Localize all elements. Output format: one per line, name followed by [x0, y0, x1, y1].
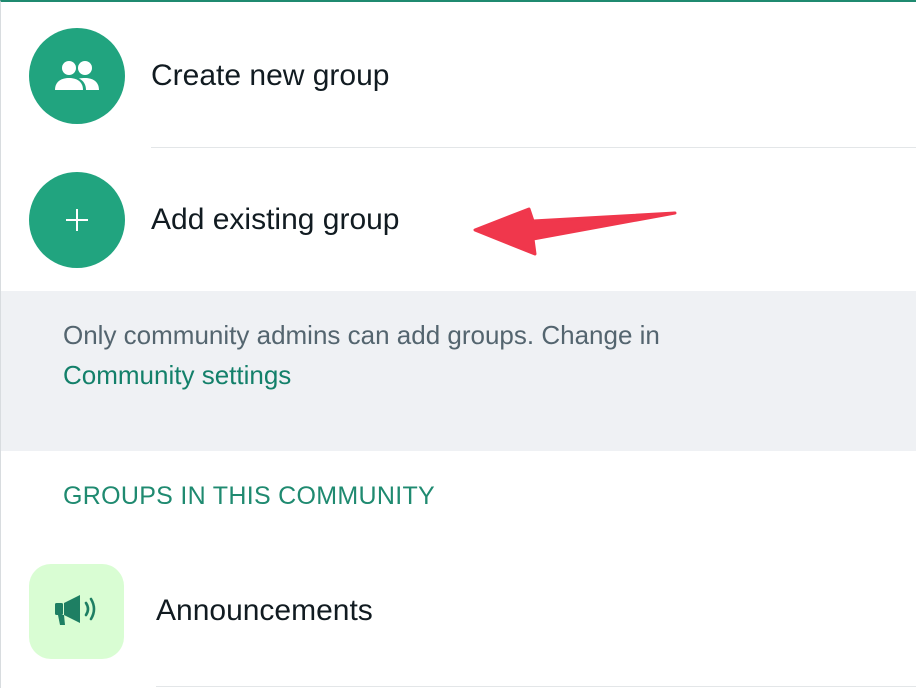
- announcements-avatar: [29, 563, 124, 659]
- community-panel: Create new group Add existing group Only…: [0, 0, 916, 688]
- add-existing-label: Add existing group: [151, 203, 400, 236]
- people-icon: [55, 61, 99, 90]
- announcements-label: Announcements: [156, 594, 373, 627]
- create-group-avatar: [29, 28, 125, 124]
- create-group-label: Create new group: [151, 59, 390, 92]
- megaphone-icon: [54, 595, 95, 625]
- create-new-group-row[interactable]: Create new group: [1, 28, 916, 124]
- divider: [151, 147, 916, 148]
- annotation-arrow-icon: [473, 207, 677, 256]
- plus-icon: [66, 209, 88, 231]
- groups-section-header: GROUPS IN THIS COMMUNITY: [63, 482, 436, 510]
- announcements-row[interactable]: Announcements: [1, 563, 916, 659]
- divider: [156, 686, 916, 687]
- add-existing-avatar: [29, 172, 125, 268]
- community-settings-link[interactable]: Community settings: [63, 355, 883, 395]
- add-existing-group-row[interactable]: Add existing group: [1, 172, 916, 268]
- notice-text: Only community admins can add groups. Ch…: [63, 320, 660, 350]
- admin-notice: Only community admins can add groups. Ch…: [1, 291, 916, 451]
